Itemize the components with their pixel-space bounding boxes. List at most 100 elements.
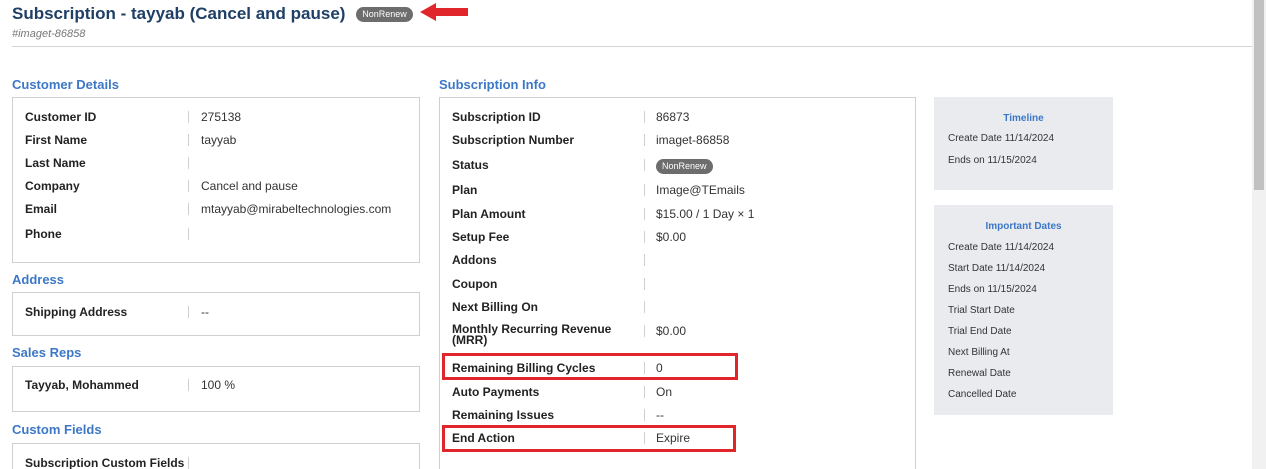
divider xyxy=(188,228,189,240)
shipping-address-row: Shipping Address -- xyxy=(13,303,419,321)
customer-id-row: Customer ID 275138 xyxy=(13,108,419,126)
important-dates-title: Important Dates xyxy=(985,221,1062,232)
customer-details-panel: Customer ID 275138 First Name tayyab Las… xyxy=(12,97,420,263)
important-date-line: Trial End Date xyxy=(948,326,1012,337)
divider xyxy=(188,111,189,123)
status-badge: NonRenew xyxy=(656,159,713,174)
plan-amount-row: Plan Amount $15.00 / 1 Day × 1 xyxy=(440,205,915,223)
divider xyxy=(644,325,645,337)
important-date-line: Next Billing At xyxy=(948,347,1010,358)
divider xyxy=(644,134,645,146)
timeline-ends-on: Ends on 11/15/2024 xyxy=(948,155,1037,166)
subscription-number-subtitle: #imaget-86858 xyxy=(12,28,86,40)
email-value[interactable]: mtayyab@mirabeltechnologies.com xyxy=(201,200,391,218)
divider xyxy=(644,111,645,123)
field-label: Company xyxy=(25,179,80,193)
timeline-create-date: Create Date 11/14/2024 xyxy=(948,133,1055,144)
important-date-line: Trial Start Date xyxy=(948,305,1015,316)
divider xyxy=(188,379,189,391)
important-date-line: Cancelled Date xyxy=(948,389,1017,400)
setup-fee-row: Setup Fee $0.00 xyxy=(440,228,915,246)
customer-details-heading: Customer Details xyxy=(12,77,119,92)
field-label: Last Name xyxy=(25,156,86,170)
phone-row: Phone xyxy=(13,225,419,243)
field-value: $15.00 / 1 Day × 1 xyxy=(656,207,755,221)
divider xyxy=(188,134,189,146)
important-dates-box: Important Dates Create Date 11/14/2024 S… xyxy=(934,205,1113,415)
highlight-end-action xyxy=(442,425,736,452)
field-label: Subscription ID xyxy=(452,110,541,124)
field-label: Monthly Recurring Revenue (MRR) xyxy=(452,323,611,347)
field-value: $0.00 xyxy=(656,324,687,338)
field-label: Customer ID xyxy=(25,110,97,124)
plan-row: Plan Image@TEmails xyxy=(440,181,915,199)
field-label: Email xyxy=(25,202,58,216)
sales-rep-percent: 100 % xyxy=(201,378,236,392)
coupon-row: Coupon xyxy=(440,275,915,293)
divider xyxy=(644,231,645,243)
field-value: tayyab xyxy=(201,133,237,147)
company-row: Company Cancel and pause xyxy=(13,177,419,195)
field-label: Phone xyxy=(25,227,62,241)
subscription-info-panel: Subscription ID 86873 Subscription Numbe… xyxy=(439,97,916,469)
field-value: Cancel and pause xyxy=(201,179,298,193)
field-label: Plan Amount xyxy=(452,207,526,221)
timeline-box: Timeline Create Date 11/14/2024 Ends on … xyxy=(934,97,1113,190)
page-title-text: Subscription - tayyab (Cancel and pause) xyxy=(12,4,346,23)
page-title: Subscription - tayyab (Cancel and pause)… xyxy=(12,3,413,25)
field-label: Next Billing On xyxy=(452,300,539,314)
page-header: Subscription - tayyab (Cancel and pause)… xyxy=(12,3,1252,47)
field-value: -- xyxy=(201,305,209,319)
field-value: Image@TEmails xyxy=(656,183,745,197)
divider xyxy=(644,254,645,266)
field-value: $0.00 xyxy=(656,230,687,244)
field-label: Shipping Address xyxy=(25,305,128,319)
scrollbar-thumb[interactable] xyxy=(1254,0,1264,190)
field-label: Plan xyxy=(452,183,478,197)
field-value: On xyxy=(656,385,673,399)
field-label: First Name xyxy=(25,133,88,147)
field-label: Auto Payments xyxy=(452,385,540,399)
address-heading: Address xyxy=(12,272,65,287)
field-label: Setup Fee xyxy=(452,230,510,244)
important-date-line: Create Date 11/14/2024 xyxy=(948,242,1055,253)
divider xyxy=(644,301,645,313)
divider xyxy=(644,278,645,290)
field-value: 275138 xyxy=(201,110,242,124)
field-value: imaget-86858 xyxy=(656,133,730,147)
field-label: Status xyxy=(452,158,489,172)
annotation-arrow-icon xyxy=(420,3,468,21)
divider xyxy=(644,409,645,421)
page-scrollbar[interactable] xyxy=(1252,0,1266,469)
important-date-line: Start Date 11/14/2024 xyxy=(948,263,1046,274)
divider xyxy=(644,386,645,398)
divider xyxy=(188,157,189,169)
subscription-number-row: Subscription Number imaget-86858 xyxy=(440,131,915,149)
email-row: Email mtayyab@mirabeltechnologies.com xyxy=(13,200,419,218)
divider xyxy=(188,203,189,215)
field-label: Subscription Custom Fields xyxy=(25,456,185,469)
field-label: Addons xyxy=(452,253,497,267)
important-date-line: Renewal Date xyxy=(948,368,1011,379)
field-label: Remaining Issues xyxy=(452,408,555,422)
last-name-row: Last Name xyxy=(13,154,419,172)
mrr-label-line2: (MRR) xyxy=(452,333,488,347)
important-date-line: Ends on 11/15/2024 xyxy=(948,284,1037,295)
divider xyxy=(188,457,189,469)
field-label: Coupon xyxy=(452,277,498,291)
timeline-title: Timeline xyxy=(1003,113,1044,124)
divider xyxy=(644,159,645,171)
next-billing-row: Next Billing On xyxy=(440,298,915,316)
divider xyxy=(644,208,645,220)
subscription-id-row: Subscription ID 86873 xyxy=(440,108,915,126)
status-row: Status NonRenew xyxy=(440,156,915,174)
custom-fields-heading: Custom Fields xyxy=(12,422,102,437)
divider xyxy=(188,180,189,192)
subscription-info-heading: Subscription Info xyxy=(439,77,546,92)
mrr-row: Monthly Recurring Revenue (MRR) $0.00 xyxy=(440,322,915,348)
addons-row: Addons xyxy=(440,251,915,269)
divider xyxy=(188,306,189,318)
field-value: -- xyxy=(656,408,664,422)
sales-rep-row: Tayyab, Mohammed 100 % xyxy=(13,376,419,394)
sales-rep-name: Tayyab, Mohammed xyxy=(25,378,139,392)
